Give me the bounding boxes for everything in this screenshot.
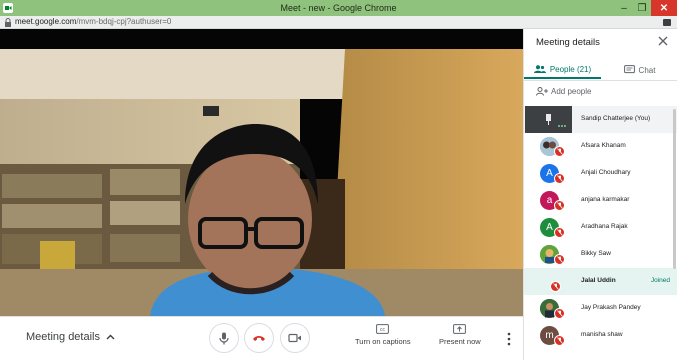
closed-captions-icon: cc [376,324,390,334]
participant-name: Anjali Choudhary [581,169,631,176]
tab-people[interactable]: People (21) [524,61,601,79]
pin-icon [546,114,566,127]
hang-up-button[interactable] [244,323,274,353]
chat-icon [623,65,635,74]
maximize-button[interactable]: ❐ [633,0,651,16]
microphone-icon [219,332,229,344]
participant-row[interactable]: A Anjali Choudhary [524,160,677,187]
participant-row[interactable]: Jay Prakash Pandey [524,295,677,322]
add-people-label: Add people [551,87,592,96]
participant-name: manisha shaw [581,331,623,338]
panel-divider [524,80,677,81]
meeting-controls-bar: Meeting details cc Turn on captions Pres… [0,316,523,360]
mic-off-icon [554,335,565,346]
svg-text:cc: cc [380,327,386,333]
tab-chat-label: Chat [638,65,656,75]
mic-off-icon [554,200,565,211]
mic-off-icon [554,173,565,184]
present-now-label: Present now [439,337,481,346]
mic-off-icon [554,254,565,265]
video-camera-icon [288,333,301,343]
participant-row[interactable]: m manisha shaw [524,322,677,349]
participant-row[interactable]: A Aradhana Rajak [524,214,677,241]
meeting-details-label: Meeting details [26,331,100,343]
more-options-icon[interactable] [505,330,513,348]
participant-list: Sandip Chatterjee (You) Afsara Khanam A … [524,106,677,349]
window-title-bar: Meet - new - Google Chrome – ❐ ✕ [0,0,677,16]
mic-off-icon [554,308,565,319]
video-feed-scene [0,29,523,316]
present-screen-icon [453,324,467,334]
main-video [0,29,523,316]
people-icon [533,65,546,73]
participant-name: Aradhana Rajak [581,223,628,230]
url-path: /mvm-bdqj-cpj?authuser=0 [76,17,172,26]
url-host: meet.google.com [15,17,77,26]
captions-label: Turn on captions [355,337,411,346]
panel-scrollbar[interactable] [673,109,676,269]
chevron-up-icon [106,334,115,340]
tab-chat[interactable]: Chat [601,61,677,79]
participant-row[interactable]: Jalal Uddin Joined [524,268,677,295]
participant-name: Jalal Uddin [581,277,616,284]
add-person-icon [536,87,548,96]
participant-name: Bikky Saw [581,250,611,257]
url-text[interactable]: meet.google.com/mvm-bdqj-cpj?authuser=0 [15,17,171,26]
participant-row[interactable]: Bikky Saw [524,241,677,268]
window-title: Meet - new - Google Chrome [280,3,397,13]
add-people-button[interactable]: Add people [536,87,591,96]
lock-icon [5,18,11,27]
participant-name: Jay Prakash Pandey [581,304,641,311]
minimize-button[interactable]: – [615,0,633,16]
participant-row[interactable]: a anjana karmakar [524,187,677,214]
address-bar[interactable]: meet.google.com/mvm-bdqj-cpj?authuser=0 [0,16,677,29]
captions-button[interactable]: cc Turn on captions [355,324,411,346]
meeting-details-panel: Meeting details People (21) Chat Add peo… [523,29,677,360]
mic-off-icon [554,227,565,238]
participant-row[interactable]: Afsara Khanam [524,133,677,160]
panel-title: Meeting details [536,37,600,48]
microphone-button[interactable] [209,323,239,353]
mic-off-icon [550,281,561,292]
participant-name: Afsara Khanam [581,142,626,149]
mic-off-icon [554,146,565,157]
self-video-thumbnail [525,106,572,133]
close-window-button[interactable]: ✕ [651,0,677,16]
participant-name: anjana karmakar [581,196,630,203]
extension-icon[interactable] [663,19,671,26]
tab-people-label: People (21) [549,64,592,74]
participant-row[interactable]: Sandip Chatterjee (You) [524,106,677,133]
participant-name: Sandip Chatterjee (You) [581,115,651,122]
phone-hangup-icon [253,336,265,341]
joined-status: Joined [650,277,670,284]
camera-button[interactable] [280,323,310,353]
meeting-details-toggle[interactable]: Meeting details [26,331,115,343]
present-now-button[interactable]: Present now [439,324,481,346]
close-icon[interactable] [657,35,669,47]
